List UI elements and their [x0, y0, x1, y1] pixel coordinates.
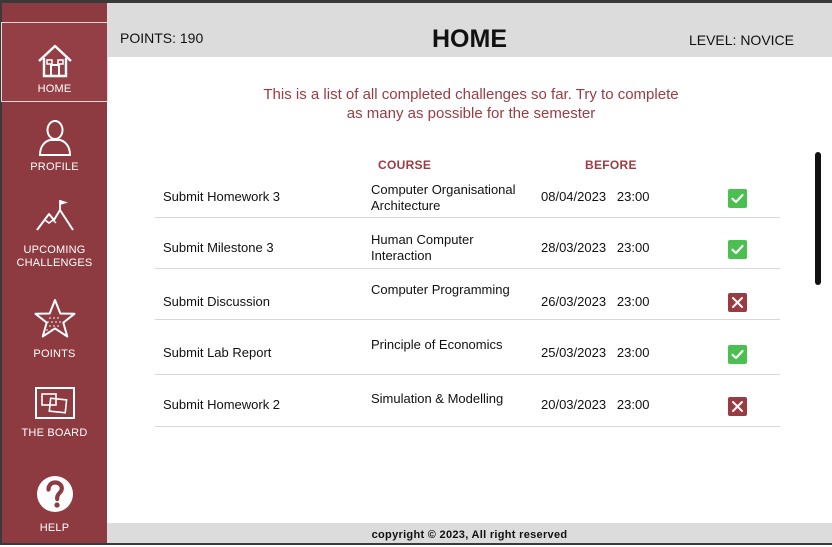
footer: copyright © 2023, All right reserved: [107, 523, 832, 543]
cross-icon: [728, 293, 747, 312]
challenge-task: Submit Lab Report: [163, 345, 272, 360]
challenge-course: Computer Organisational Architecture: [371, 182, 516, 213]
challenge-deadline: 26/03/2023 23:00: [541, 294, 650, 309]
sidebar-item-label: HELP: [39, 522, 70, 534]
challenge-task: Submit Homework 2: [163, 397, 281, 412]
table-row: Submit Homework 2 Simulation & Modelling 2…: [155, 375, 780, 427]
table-row: Submit Milestone 3 Human Computer Interac…: [155, 217, 780, 269]
challenge-deadline: 28/03/2023 23:00: [541, 240, 650, 255]
copyright-text: copyright © 2023, All right reserved: [371, 529, 568, 541]
table-row: Submit Homework 3 Computer Organisational…: [155, 166, 780, 218]
sidebar-item-the-board[interactable]: THE BOARD: [2, 386, 107, 442]
sidebar-item-points[interactable]: POINTS: [2, 298, 107, 360]
sidebar-item-upcoming-challenges[interactable]: UPCOMING CHALLENGES: [2, 198, 107, 270]
sidebar-item-label: UPCOMING CHALLENGES: [16, 244, 93, 269]
check-icon: [728, 240, 747, 259]
intro-text: This is a list of all completed challeng…: [263, 86, 679, 122]
sidebar-item-label: HOME: [37, 83, 72, 95]
sidebar: HOME PROFILE UPCOMING CHALLENGES POINTS …: [1, 3, 108, 543]
sidebar-item-help[interactable]: HELP: [2, 475, 107, 535]
sidebar-item-home[interactable]: HOME: [1, 22, 108, 102]
challenge-deadline: 25/03/2023 23:00: [541, 345, 650, 360]
profile-icon: [38, 120, 71, 156]
help-icon: [36, 476, 73, 512]
challenge-task: Submit Milestone 3: [163, 240, 274, 255]
challenge-course: Computer Programming: [371, 282, 510, 297]
table-row: Submit Discussion Computer Programming 26/…: [155, 268, 780, 320]
board-icon: [34, 387, 75, 419]
scrollbar[interactable]: [815, 152, 821, 285]
table-row: Submit Lab Report Principle of Economics 2…: [155, 323, 780, 375]
challenge-course: Principle of Economics: [371, 337, 503, 352]
sidebar-item-label: THE BOARD: [21, 427, 88, 439]
challenge-deadline: 08/04/2023 23:00: [541, 189, 650, 204]
top-bar: POINTS: 190 HOME LEVEL: NOVICE: [107, 3, 832, 57]
sidebar-item-label: POINTS: [33, 348, 76, 360]
check-icon: [728, 345, 747, 364]
home-icon: [37, 44, 72, 78]
sidebar-item-label: PROFILE: [30, 161, 79, 173]
challenge-task: Submit Homework 3: [163, 189, 281, 204]
cross-icon: [728, 397, 747, 416]
check-icon: [728, 189, 747, 208]
mountain-flag-icon: [35, 200, 74, 231]
level-display: LEVEL: NOVICE: [688, 32, 794, 48]
challenge-course: Human Computer Interaction: [371, 232, 474, 263]
challenge-task: Submit Discussion: [163, 294, 270, 309]
challenge-deadline: 20/03/2023 23:00: [541, 397, 650, 412]
challenge-course: Simulation & Modelling: [371, 391, 504, 406]
sidebar-item-profile[interactable]: PROFILE: [2, 119, 107, 177]
star-icon: [34, 299, 75, 338]
